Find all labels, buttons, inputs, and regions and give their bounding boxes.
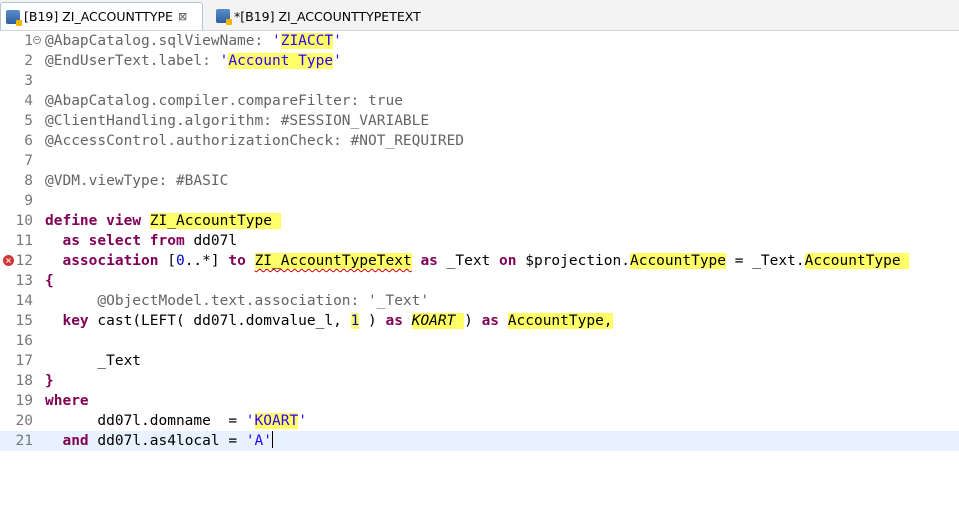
code-line: 11 as select from dd07l	[0, 231, 959, 251]
code-text: and dd07l.as4local = 'A'	[62, 431, 274, 449]
line-number: 12	[15, 253, 33, 269]
line-number: 13	[15, 273, 33, 289]
tab-label: [B19] ZI_ACCOUNTTYPE	[24, 9, 173, 24]
code-editor[interactable]: 1 − @AbapCatalog.sqlViewName: 'ZIACCT' 2…	[0, 31, 959, 507]
code-line: 18 }	[0, 371, 959, 391]
code-text: association [0..*] to ZI_AccountTypeText…	[62, 253, 910, 269]
code-text: @AccessControl.authorizationCheck: #NOT_…	[45, 133, 465, 149]
code-text: as select from dd07l	[62, 233, 238, 249]
code-line: 16	[0, 331, 959, 351]
code-line: 10 define view ZI_AccountType	[0, 211, 959, 231]
code-line: 14 @ObjectModel.text.association: '_Text…	[0, 291, 959, 311]
code-line: 1 − @AbapCatalog.sqlViewName: 'ZIACCT'	[0, 31, 959, 51]
line-number: 21	[15, 433, 33, 449]
code-line: 19 where	[0, 391, 959, 411]
line-number: 10	[15, 213, 33, 229]
code-line: 2 @EndUserText.label: 'Account Type'	[0, 51, 959, 71]
code-line-current: 21 and dd07l.as4local = 'A'	[0, 431, 959, 451]
code-line: 8 @VDM.viewType: #BASIC	[0, 171, 959, 191]
code-line: 15 key cast(LEFT( dd07l.domvalue_l, 1 ) …	[0, 311, 959, 331]
code-line: 6 @AccessControl.authorizationCheck: #NO…	[0, 131, 959, 151]
line-number: 3	[24, 73, 33, 89]
cds-view-icon	[6, 9, 22, 26]
code-line: 5 @ClientHandling.algorithm: #SESSION_VA…	[0, 111, 959, 131]
line-number: 4	[24, 93, 33, 109]
line-number: 15	[15, 313, 33, 329]
tab-label: *[B19] ZI_ACCOUNTTYPETEXT	[234, 8, 421, 24]
text-cursor	[272, 431, 274, 448]
line-number: 1	[24, 33, 33, 49]
code-text: dd07l.domname = 'KOART'	[45, 413, 307, 429]
line-number: 2	[24, 53, 33, 69]
code-text: }	[45, 373, 54, 389]
line-number: 19	[15, 393, 33, 409]
line-number: 14	[15, 293, 33, 309]
code-text: @EndUserText.label: 'Account Type'	[45, 53, 342, 69]
code-line: 3	[0, 71, 959, 91]
line-number: 8	[24, 173, 33, 189]
code-line: 7	[0, 151, 959, 171]
code-text: @ClientHandling.algorithm: #SESSION_VARI…	[45, 113, 430, 129]
code-text: where	[45, 393, 89, 409]
code-text: key cast(LEFT( dd07l.domvalue_l, 1 ) as …	[62, 313, 613, 329]
line-number: 18	[15, 373, 33, 389]
code-line: 9	[0, 191, 959, 211]
close-tab-icon[interactable]: ⊠	[178, 10, 187, 23]
tab-zi-accounttypetext[interactable]: *[B19] ZI_ACCOUNTTYPETEXT	[211, 3, 421, 29]
code-text: @ObjectModel.text.association: '_Text'	[45, 293, 430, 309]
line-number: 6	[24, 133, 33, 149]
cds-view-icon	[216, 9, 232, 25]
line-number: 5	[24, 113, 33, 129]
line-number: 9	[24, 193, 33, 209]
line-number: 20	[15, 413, 33, 429]
code-line: 4 @AbapCatalog.compiler.compareFilter: t…	[0, 91, 959, 111]
line-number: 11	[15, 233, 33, 249]
fold-collapse-icon[interactable]: −	[33, 36, 41, 44]
code-line: 13 {	[0, 271, 959, 291]
line-number: 17	[15, 353, 33, 369]
code-text: @AbapCatalog.sqlViewName: 'ZIACCT'	[45, 33, 342, 49]
code-line: 17 _Text	[0, 351, 959, 371]
code-line: × 12 association [0..*] to ZI_AccountTyp…	[0, 251, 959, 271]
line-number: 7	[24, 153, 33, 169]
code-text: @VDM.viewType: #BASIC	[45, 173, 229, 189]
editor-tab-bar: [B19] ZI_ACCOUNTTYPE ⊠ *[B19] ZI_ACCOUNT…	[0, 0, 959, 31]
code-line: 20 dd07l.domname = 'KOART'	[0, 411, 959, 431]
code-text: @AbapCatalog.compiler.compareFilter: tru…	[45, 93, 403, 109]
error-identifier: ZI_AccountTypeText	[254, 253, 412, 269]
line-number: 16	[15, 333, 33, 349]
code-text: _Text	[45, 353, 142, 369]
code-text: define view ZI_AccountType	[45, 213, 281, 229]
code-text: {	[45, 273, 54, 289]
tab-zi-accounttype[interactable]: [B19] ZI_ACCOUNTTYPE ⊠	[0, 2, 203, 30]
